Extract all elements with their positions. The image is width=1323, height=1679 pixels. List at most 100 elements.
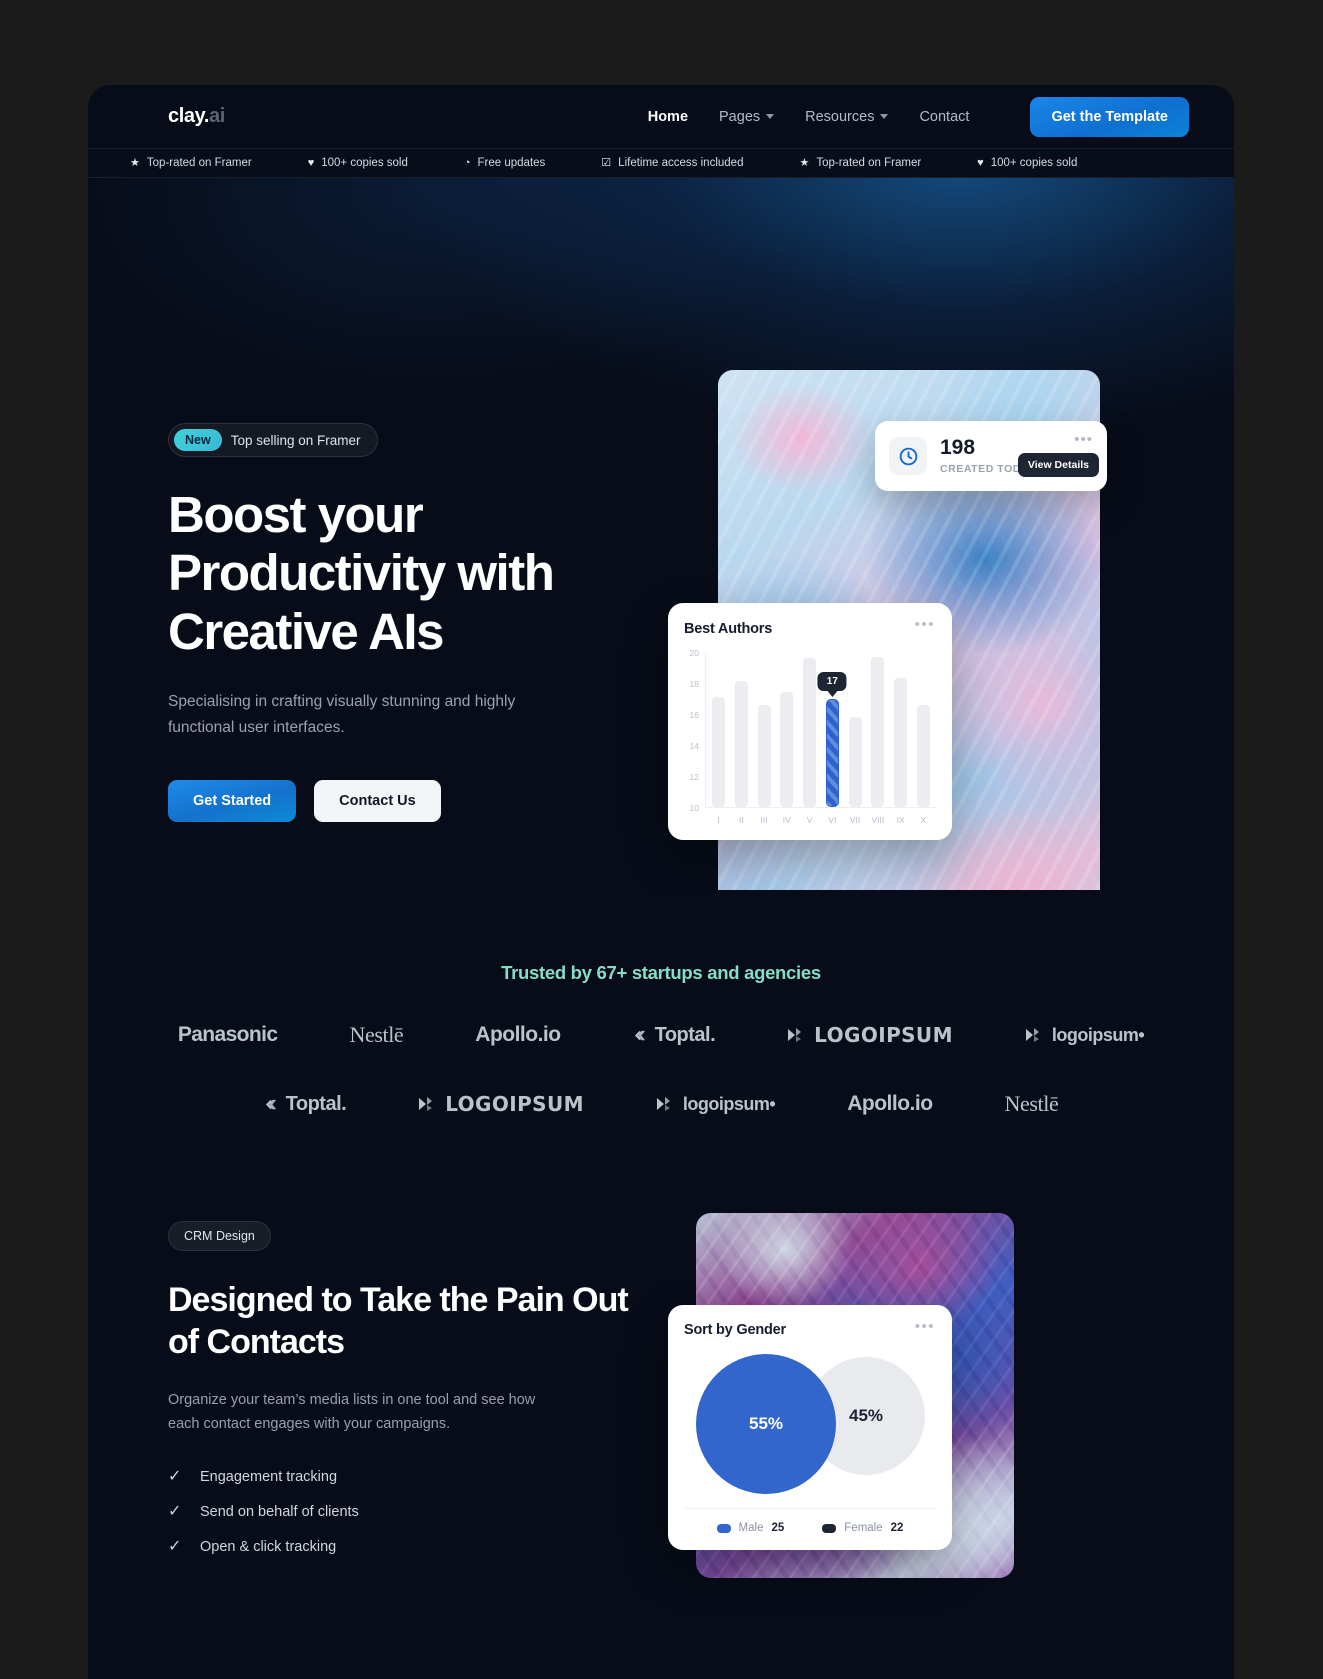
chart-y-tick: 18 [689, 679, 699, 689]
brand-logo-text: Nestlē [1004, 1091, 1059, 1116]
chevron-down-icon [880, 114, 889, 119]
chart-y-tick: 16 [689, 710, 699, 720]
chart-bar[interactable] [848, 717, 862, 807]
chart-bar[interactable] [780, 692, 794, 807]
marquee-item-label: 100+ copies sold [990, 157, 1078, 169]
brand-logo-text: logoipsum• [1051, 1024, 1145, 1045]
list-item: ✓ Open & click tracking [168, 1539, 648, 1556]
brand-logo[interactable]: clay.ai [168, 105, 225, 128]
brand-logo-text: Nestlē [349, 1022, 404, 1047]
sort-by-gender-title: Sort by Gender [684, 1322, 786, 1338]
chart-x-tick: X [920, 815, 927, 825]
chart-x-tick: VI [828, 815, 837, 825]
chart-bar[interactable] [712, 696, 725, 807]
brand-logo-text: LOGOIPSUM [814, 1023, 953, 1047]
chart-bar[interactable] [871, 656, 885, 807]
marquee-item: ★ Top-rated on Framer [102, 157, 280, 169]
brand-logo-nestl: Nestlē [1005, 1091, 1059, 1117]
sort-by-gender-card: Sort by Gender ••• 45% 55% Male 25 Femal… [668, 1305, 952, 1550]
chart-bar[interactable] [757, 704, 771, 807]
brand-logo-text: Toptal. [654, 1023, 716, 1046]
brand-logo-text: LOGOIPSUM [445, 1092, 584, 1116]
pie-slice-male: 55% [696, 1354, 836, 1494]
marquee-item: ◔ Free updates [436, 157, 573, 169]
nav-item-home-label: Home [647, 108, 689, 125]
more-options-icon[interactable]: ••• [915, 617, 935, 632]
brand-mark-icon [1025, 1028, 1039, 1042]
chart-bar-highlighted[interactable]: 17 [817, 671, 847, 807]
hero-badge-new: New [174, 429, 222, 451]
chart-y-tick: 20 [689, 648, 699, 658]
nav-item-pages[interactable]: Pages [719, 109, 775, 125]
brand-mark-icon [656, 1097, 670, 1111]
brand-logo-logoipsum: LOGOIPSUM [418, 1092, 584, 1116]
marquee-item: ♥ 100+ copies sold [280, 157, 436, 169]
chart-plot-area: 17 [706, 653, 936, 808]
more-options-icon[interactable]: ••• [915, 1319, 935, 1334]
chart-x-tick: II [738, 815, 744, 825]
brand-logos: Panasonic Nestlē Apollo.io Toptal. LOGOIPSUM… [88, 1022, 1234, 1117]
chart-value-tooltip: 17 [817, 671, 847, 691]
shield-check-icon: ☑ [601, 156, 612, 169]
crm-paragraph: Organize your team’s media lists in one … [168, 1392, 536, 1433]
legend-item-female: Female 22 [822, 1522, 903, 1534]
trusted-section: Trusted by 67+ startups and agencies Pan… [88, 890, 1234, 1117]
brand-mark-icon [419, 1097, 433, 1111]
pie-legend: Male 25 Female 22 [684, 1508, 936, 1534]
check-icon: ✓ [168, 1468, 182, 1486]
chevron-mark-icon [265, 1099, 276, 1109]
marquee-item: ★ Top-rated on Framer [771, 157, 949, 169]
brand-logo-panasonic: Panasonic [178, 1023, 278, 1047]
chart-x-tick: VII [849, 815, 861, 825]
list-item-label: Send on behalf of clients [200, 1504, 359, 1521]
contact-us-button[interactable]: Contact Us [314, 779, 441, 822]
nav-item-contact-label: Contact [919, 108, 970, 125]
chart-x-tick: IV [782, 815, 791, 825]
legend-item-male: Male 25 [716, 1522, 785, 1534]
legend-label-female: Female [844, 1522, 883, 1534]
brand-logo-nestl: Nestlē [349, 1022, 403, 1048]
legend-swatch-icon [822, 1523, 837, 1533]
view-details-tooltip[interactable]: View Details [1017, 453, 1099, 477]
star-icon: ★ [799, 156, 810, 169]
brand-logo-text: Apollo.io [847, 1092, 933, 1115]
hero-badge-label: Top selling on Framer [230, 432, 361, 448]
brand-logo-toptal: Toptal. [633, 1024, 716, 1047]
brand-logo-logoipsum: LOGOIPSUM [787, 1023, 953, 1047]
legend-count-male: 25 [771, 1522, 785, 1534]
legend-count-female: 22 [890, 1522, 904, 1534]
marquee-item-label: Top-rated on Framer [816, 157, 922, 169]
marquee-item-label: Top-rated on Framer [146, 157, 252, 169]
chart-bar[interactable] [803, 658, 817, 807]
chevron-mark-icon [634, 1030, 645, 1040]
list-item: ✓ Send on behalf of clients [168, 1504, 648, 1521]
nav-links: Home Pages Resources Contact Get the Tem… [648, 96, 1189, 137]
marquee-item-label: 100+ copies sold [321, 157, 408, 169]
chart-y-tick: 14 [689, 741, 699, 751]
hero-buttons: Get Started Contact Us [168, 779, 638, 822]
chart-bar[interactable] [734, 681, 748, 807]
brand-logo-row: Panasonic Nestlē Apollo.io Toptal. LOGOIPSUM… [88, 1022, 1234, 1048]
nav-item-resources[interactable]: Resources [805, 109, 889, 125]
chart-x-tick: V [806, 815, 813, 825]
star-icon: ★ [130, 156, 140, 169]
brand-logo-text: Panasonic [177, 1023, 278, 1046]
hero-badge[interactable]: New Top selling on Framer [168, 423, 378, 457]
hero-heading: Boost your Productivity with Creative AI… [168, 486, 555, 660]
chart-x-tick: III [760, 815, 768, 825]
created-today-card: 198 CREATED TODAY ••• View Details [875, 421, 1107, 491]
trusted-heading: Trusted by 67+ startups and agencies [501, 962, 821, 983]
nav-item-contact[interactable]: Contact [919, 109, 969, 125]
get-template-button[interactable]: Get the Template [1030, 96, 1189, 137]
hero-section: New Top selling on Framer Boost your Pro… [88, 178, 1234, 890]
get-started-button[interactable]: Get Started [168, 779, 297, 822]
brand-logo-text: Toptal. [285, 1092, 347, 1115]
nav-item-home[interactable]: Home [648, 109, 688, 125]
brand-mark-icon [788, 1028, 802, 1042]
chart-bar[interactable] [916, 704, 930, 807]
chart-bar[interactable] [894, 678, 908, 807]
marquee-item: ♥ 100+ copies sold [949, 157, 1105, 169]
chart-x-axis: I II III IV V VI VII VIII IX X [706, 808, 936, 825]
crm-heading: Designed to Take the Pain Out of Contact… [168, 1281, 629, 1362]
more-options-icon[interactable]: ••• [1074, 432, 1093, 447]
